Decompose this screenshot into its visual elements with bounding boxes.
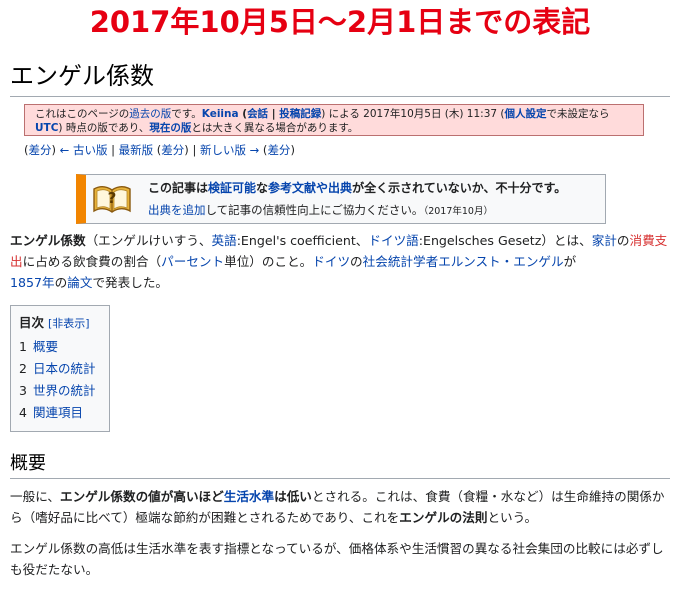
toc-item[interactable]: 2 日本の統計 <box>19 358 95 380</box>
diff-link[interactable]: 差分 <box>29 143 52 157</box>
toc-item[interactable]: 4 関連項目 <box>19 402 95 424</box>
toc-number: 1 <box>19 339 27 354</box>
book-question-icon: ? <box>93 186 131 213</box>
article-term: エンゲル係数 <box>10 233 86 248</box>
warning-subtext: 出典を追加して記事の信頼性向上にご協力ください。（2017年10月） <box>148 202 493 220</box>
toc-link-japan-stats[interactable]: 日本の統計 <box>33 361 96 376</box>
german-link[interactable]: ドイツ語 <box>368 233 418 248</box>
household-link[interactable]: 家計 <box>592 233 617 248</box>
notice-text: で未設定なら <box>546 108 610 120</box>
toc-item[interactable]: 3 世界の統計 <box>19 380 95 402</box>
engel-link[interactable]: エルンスト・エンゲル <box>438 254 563 269</box>
sources-warning-box: ? この記事は検証可能な参考文献や出典が全く示されていないか、不十分です。 出典… <box>76 174 606 224</box>
toc-link-world-stats[interactable]: 世界の統計 <box>33 383 96 398</box>
body-text: :Engelsches Gesetz）とは、 <box>418 233 592 248</box>
notice-sep: | <box>268 108 280 120</box>
germany-link[interactable]: ドイツ <box>312 254 350 269</box>
toc-header: 目次 [非表示] <box>19 312 90 331</box>
current-version-link[interactable]: 現在の版 <box>149 122 191 134</box>
preferences-link[interactable]: 個人設定 <box>505 108 547 120</box>
living-standard-link[interactable]: 生活水準 <box>224 489 274 504</box>
body-text: の <box>54 275 68 290</box>
talk-link[interactable]: 会話 <box>247 108 268 120</box>
body-text: 単位）のこと。 <box>224 254 313 269</box>
body-text: :Engel's coefficient、 <box>236 233 369 248</box>
add-source-link[interactable]: 出典を追加 <box>148 203 206 217</box>
english-link[interactable]: 英語 <box>212 233 237 248</box>
warning-date: （2017年10月） <box>423 206 493 217</box>
section-divider <box>10 478 670 479</box>
body-text: 一般に、 <box>10 489 60 504</box>
bold-text: エンゲル係数の値が高いほど <box>60 489 224 504</box>
statistician-link[interactable]: 社会統計学者 <box>363 254 439 269</box>
body-text: の <box>350 254 363 269</box>
body-text: の <box>616 233 630 248</box>
toc-hide-toggle[interactable]: [非表示] <box>48 317 90 330</box>
svg-text:?: ? <box>108 189 117 207</box>
overview-paragraph-1: 一般に、エンゲル係数の値が高いほど生活水準は低いとされる。これは、食費（食糧・水… <box>10 486 672 528</box>
diff-link[interactable]: 差分 <box>267 143 290 157</box>
notice-text: ) 時点の版であり、 <box>58 122 150 134</box>
contribs-link[interactable]: 投稿記録 <box>279 108 321 120</box>
revision-navigation: (差分) ← 古い版 | 最新版 (差分) | 新しい版 → (差分) <box>24 143 295 157</box>
section-heading: 概要 <box>10 453 46 474</box>
toc-number: 2 <box>19 361 27 376</box>
body-text: に占める飲食費の割合（ <box>22 254 162 269</box>
engel-law-text: エンゲルの法則 <box>399 510 488 525</box>
toc-link-overview[interactable]: 概要 <box>33 339 58 354</box>
notice-text: ( <box>238 108 248 120</box>
diff-link[interactable]: 差分 <box>161 143 184 157</box>
body-text: という。 <box>487 510 538 525</box>
warning-text: が全く示されていないか、不十分です。 <box>352 181 567 195</box>
old-revision-notice: これはこのページの過去の版です。Keiina (会話 | 投稿記録) による 2… <box>24 104 644 136</box>
notice-text: とは大きく異なる場合があります。 <box>191 122 359 134</box>
notice-text: です。 <box>171 108 202 120</box>
intro-paragraph: エンゲル係数（エンゲルけいすう、英語:Engel's coefficient、ド… <box>10 230 672 293</box>
toc-link-related[interactable]: 関連項目 <box>33 405 83 420</box>
toc-item[interactable]: 1 概要 <box>19 336 95 358</box>
body-text: で発表した。 <box>92 275 168 290</box>
utc-link[interactable]: UTC <box>35 122 58 134</box>
old-version-link[interactable]: 過去の版 <box>129 108 171 120</box>
date-range-banner: 2017年10月5日〜2月1日までの表記 <box>89 5 591 39</box>
toc-number: 4 <box>19 405 27 420</box>
warning-text: して記事の信頼性向上にご協力ください。 <box>205 203 424 217</box>
table-of-contents: 目次 [非表示] 1 概要 2 日本の統計 3 世界の統計 4 関連項目 <box>10 305 110 432</box>
toc-list: 1 概要 2 日本の統計 3 世界の統計 4 関連項目 <box>19 336 95 424</box>
warning-message: この記事は検証可能な参考文献や出典が全く示されていないか、不十分です。 <box>148 180 566 196</box>
user-link[interactable]: Keiina <box>202 108 239 120</box>
year-link[interactable]: 1857年 <box>10 275 55 290</box>
toc-title: 目次 <box>19 315 45 330</box>
notice-text: これはこのページの <box>35 108 130 120</box>
toc-number: 3 <box>19 383 27 398</box>
verifiability-link[interactable]: 検証可能 <box>208 181 256 195</box>
page-title: エンゲル係数 <box>10 62 154 90</box>
warning-text: な <box>256 181 269 195</box>
newer-version-link[interactable]: 新しい版 → <box>200 143 259 157</box>
body-text: が <box>563 254 577 269</box>
overview-paragraph-2: エンゲル係数の高低は生活水準を表す指標となっているが、価格体系や生活慣習の異なる… <box>10 541 664 577</box>
older-version-link[interactable]: ← 古い版 <box>60 143 108 157</box>
latest-version-link[interactable]: 最新版 <box>119 143 154 157</box>
body-text: （エンゲルけいすう、 <box>85 233 212 248</box>
notice-text: ) による 2017年10月5日 (木) 11:37 ( <box>321 108 505 120</box>
warning-text: この記事は <box>148 181 209 195</box>
paper-link[interactable]: 論文 <box>67 275 92 290</box>
percent-link[interactable]: パーセント <box>161 254 224 269</box>
references-link[interactable]: 参考文献や出典 <box>268 181 352 195</box>
bold-text: は低い <box>274 489 312 504</box>
title-divider <box>10 96 670 97</box>
